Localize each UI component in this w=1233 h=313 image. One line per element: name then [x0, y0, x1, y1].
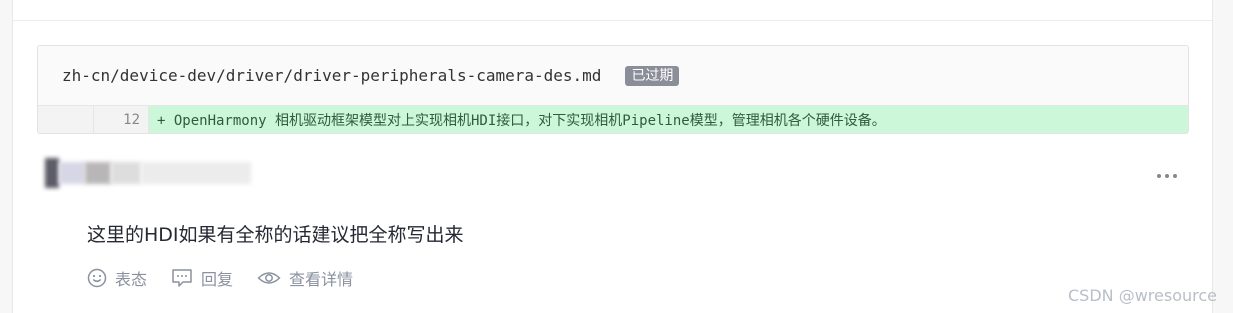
comment-actions: 表态 回复 查看详情	[87, 266, 353, 290]
old-line-gutter	[38, 106, 94, 133]
reply-label: 回复	[201, 270, 234, 289]
diff-line: 12 + OpenHarmony 相机驱动框架模型对上实现相机HDI接口，对下实…	[38, 105, 1188, 133]
line-number: 12	[94, 106, 149, 133]
reply-button[interactable]: 回复	[171, 266, 233, 290]
file-path[interactable]: zh-cn/device-dev/driver/driver-periphera…	[62, 66, 601, 85]
comment-card: zh-cn/device-dev/driver/driver-periphera…	[12, 0, 1213, 313]
view-details-button[interactable]: 查看详情	[257, 266, 353, 290]
react-label: 表态	[115, 270, 148, 289]
diff-snippet: zh-cn/device-dev/driver/driver-periphera…	[37, 45, 1189, 134]
eye-icon	[257, 272, 281, 284]
view-details-label: 查看详情	[289, 270, 354, 289]
comment-icon	[172, 269, 192, 287]
comment-header	[33, 150, 1183, 196]
smile-icon	[87, 268, 107, 288]
avatar[interactable]	[45, 150, 275, 196]
watermark: CSDN @wresource	[1068, 286, 1217, 305]
react-button[interactable]: 表态	[87, 266, 147, 290]
diff-header: zh-cn/device-dev/driver/driver-periphera…	[38, 46, 1188, 105]
outdated-badge: 已过期	[625, 65, 680, 86]
top-strip	[13, 0, 1212, 21]
more-icon[interactable]	[1151, 166, 1183, 186]
comment-text: 这里的HDI如果有全称的话建议把全称写出来	[87, 224, 464, 246]
added-line-code: + OpenHarmony 相机驱动框架模型对上实现相机HDI接口，对下实现相机…	[149, 106, 1188, 133]
